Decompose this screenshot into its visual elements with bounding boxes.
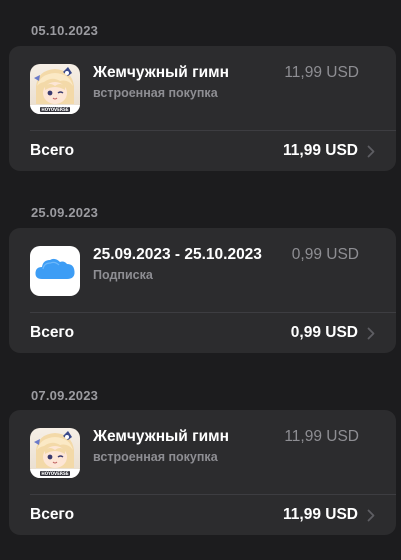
hoyoverse-logo-text: HOYOVERSE <box>41 107 68 112</box>
total-label: Всего <box>30 324 75 341</box>
purchase-item-price: 11,99 USD <box>284 64 359 81</box>
purchase-item-title: Жемчужный гимн <box>93 64 229 81</box>
chevron-right-icon[interactable] <box>367 509 375 522</box>
purchase-item-subtitle: встроенная покупка <box>93 450 218 464</box>
purchase-item-price: 0,99 USD <box>291 246 359 263</box>
card-divider <box>30 312 396 313</box>
total-label: Всего <box>30 506 75 523</box>
hoyoverse-logo-text: HOYOVERSE <box>41 471 68 476</box>
genshin-app-icon: HOYOVERSE <box>30 428 80 478</box>
total-price: 0,99 USD <box>290 324 358 341</box>
genshin-app-icon: HOYOVERSE <box>30 64 80 114</box>
purchase-card[interactable]: HOYOVERSE Жемчужный гимн встроенная поку… <box>9 410 396 535</box>
purchase-date-header: 07.09.2023 <box>31 388 99 403</box>
card-divider <box>30 494 396 495</box>
purchase-item-title: Жемчужный гимн <box>93 428 229 445</box>
purchase-item-subtitle: Подписка <box>93 268 153 282</box>
chevron-right-icon[interactable] <box>367 145 375 158</box>
icloud-app-icon <box>30 246 80 296</box>
card-divider <box>30 130 396 131</box>
purchase-date-header: 05.10.2023 <box>31 23 99 38</box>
purchase-date-header: 25.09.2023 <box>31 205 99 220</box>
total-price: 11,99 USD <box>283 506 358 523</box>
total-label: Всего <box>30 142 75 159</box>
purchase-card[interactable]: HOYOVERSE Жемчужный гимн встроенная поку… <box>9 46 396 171</box>
purchase-item-title: 25.09.2023 - 25.10.2023 <box>93 246 262 263</box>
chevron-right-icon[interactable] <box>367 327 375 340</box>
purchase-item-subtitle: встроенная покупка <box>93 86 218 100</box>
total-price: 11,99 USD <box>283 142 358 159</box>
purchase-item-price: 11,99 USD <box>284 428 359 445</box>
purchase-card[interactable]: 25.09.2023 - 25.10.2023 Подписка 0,99 US… <box>9 228 396 353</box>
